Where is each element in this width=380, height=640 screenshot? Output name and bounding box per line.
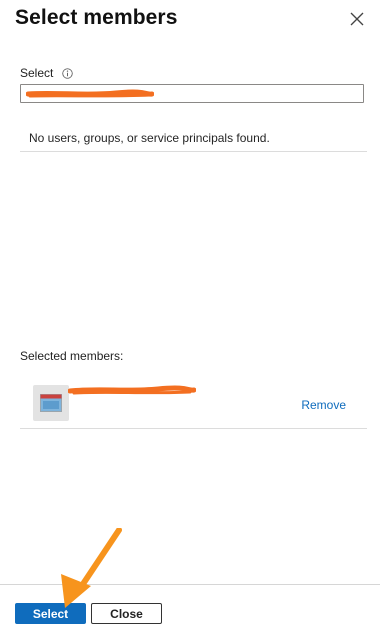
page-title: Select members xyxy=(15,6,178,29)
search-label-row: Select xyxy=(20,66,74,80)
avatar xyxy=(33,385,69,421)
selected-member-row: Remove xyxy=(20,378,367,428)
annotation-arrow-icon xyxy=(61,528,122,608)
search-input[interactable] xyxy=(20,84,364,103)
redaction-scribble xyxy=(68,385,196,395)
no-results-message: No users, groups, or service principals … xyxy=(29,131,270,145)
app-icon xyxy=(40,394,62,412)
select-button[interactable]: Select xyxy=(15,603,86,624)
selected-members-label: Selected members: xyxy=(20,349,124,363)
info-icon[interactable] xyxy=(62,67,74,79)
close-icon[interactable] xyxy=(350,12,364,26)
divider xyxy=(20,151,367,152)
remove-member-link[interactable]: Remove xyxy=(301,398,346,412)
footer-divider xyxy=(0,584,380,585)
search-label: Select xyxy=(20,66,54,80)
divider xyxy=(20,428,367,429)
close-button[interactable]: Close xyxy=(91,603,162,624)
